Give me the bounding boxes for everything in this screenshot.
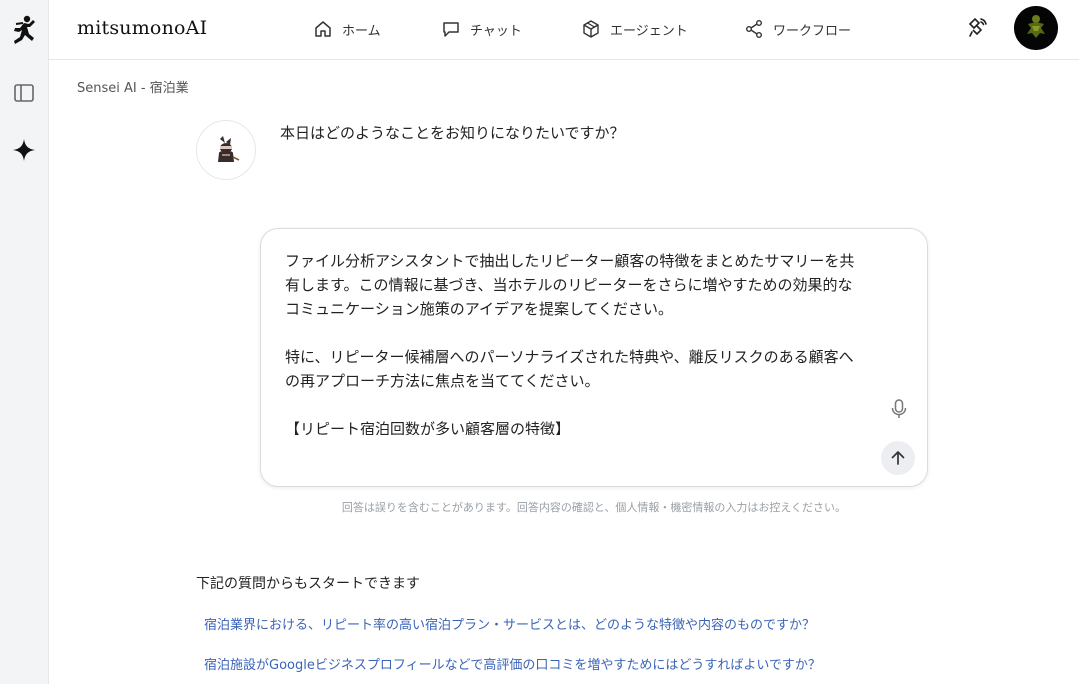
sidebar-toggle-icon[interactable] (10, 79, 38, 107)
runner-logo-icon[interactable] (10, 15, 38, 44)
nav-agent[interactable]: エージェント (581, 16, 688, 42)
send-button[interactable] (881, 441, 915, 475)
bot-message: 本日はどのようなことをお知りになりたいですか？ (280, 124, 625, 142)
suggestions-title: 下記の質問からもスタートできます (196, 576, 420, 592)
suggestion-link[interactable]: 宿泊業界における、リピート率の高い宿泊プラン・サービスとは、どのような特徴や内容… (204, 614, 815, 633)
chat-input-field[interactable]: ファイル分析アシスタントで抽出したリピーター顧客の特徴をまとめたサマリーを共有し… (285, 249, 867, 435)
share-icon (746, 20, 762, 38)
chat-icon (443, 22, 459, 37)
satellite-icon[interactable] (966, 15, 990, 39)
sidebar (0, 0, 49, 684)
nav-chat[interactable]: チャット (441, 16, 522, 42)
disclaimer-text: 回答は誤りを含むことがあります。回答内容の確認と、個人情報・機密情報の入力はお控… (341, 501, 847, 514)
nav-agent-label: エージェント (610, 23, 688, 39)
microphone-icon[interactable] (887, 397, 911, 421)
header: mitsumonoAI ホーム チャット エージェント ワークフロー (49, 0, 1079, 60)
user-avatar[interactable] (1014, 6, 1058, 50)
bot-avatar (196, 120, 256, 180)
nav-workflow[interactable]: ワークフロー (744, 16, 851, 42)
breadcrumb: Sensei AI - 宿泊業 (77, 81, 189, 96)
nav-home[interactable]: ホーム (313, 16, 381, 42)
sparkle-icon[interactable] (10, 136, 38, 164)
nav-home-label: ホーム (342, 23, 381, 39)
nav-workflow-label: ワークフロー (773, 23, 852, 39)
brand-name[interactable]: mitsumonoAI (77, 17, 207, 39)
cube-icon (583, 20, 599, 38)
home-icon (315, 21, 331, 37)
suggestion-link[interactable]: 宿泊施設がGoogleビジネスプロフィールなどで高評価の口コミを増やすためにはど… (204, 654, 821, 673)
arrow-up-icon (891, 451, 905, 465)
chat-input-box: ファイル分析アシスタントで抽出したリピーター顧客の特徴をまとめたサマリーを共有し… (260, 228, 928, 487)
nav-chat-label: チャット (470, 23, 522, 39)
ninja-rabbit-icon (218, 136, 240, 162)
